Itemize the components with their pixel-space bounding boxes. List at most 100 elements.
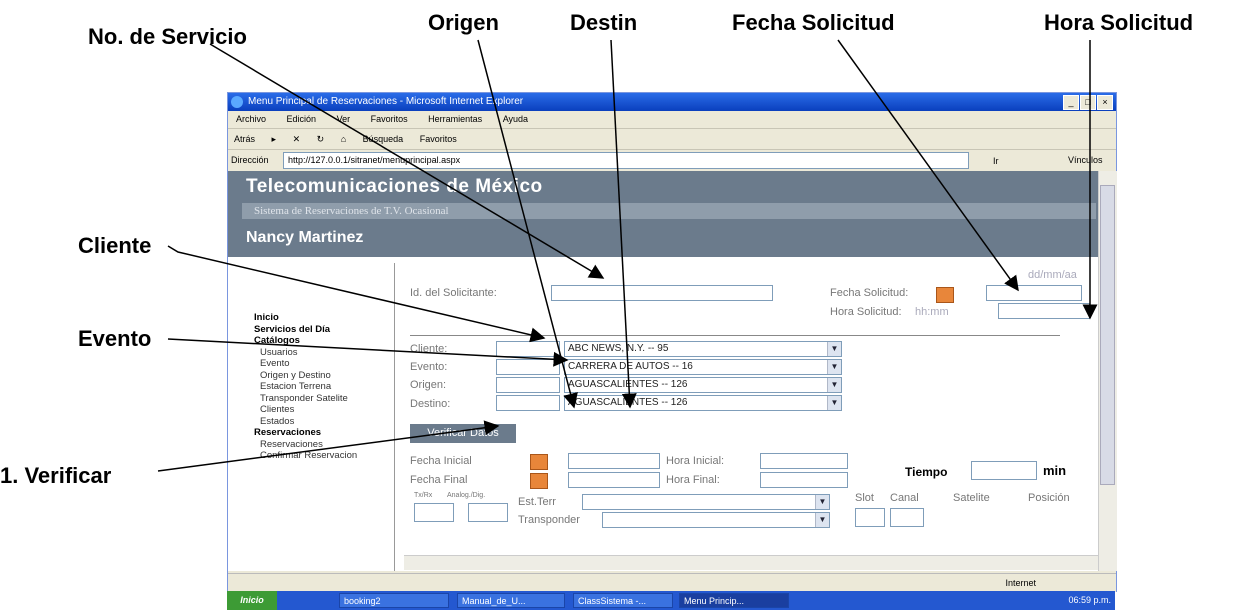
slot-label: Slot — [855, 492, 874, 504]
links-button[interactable]: Vínculos — [1068, 150, 1103, 170]
origen-code-input[interactable] — [496, 377, 560, 393]
cliente-value: ABC NEWS, N.Y. -- 95 — [568, 343, 669, 354]
evento-code-input[interactable] — [496, 359, 560, 375]
origen-value: AGUASCALIENTES -- 126 — [568, 379, 688, 390]
min-label: min — [1043, 463, 1067, 478]
fecha-solicitud-input[interactable] — [986, 285, 1082, 301]
cliente-code-input[interactable] — [496, 341, 560, 357]
posicion-label: Posición — [1028, 492, 1070, 504]
hora-solicitud-label: Hora Solicitud: — [830, 306, 902, 318]
transponder-select[interactable]: ▼ — [602, 512, 830, 528]
start-button[interactable]: Inicio — [227, 591, 277, 610]
fecha-final-input[interactable] — [568, 472, 660, 488]
ie-icon — [231, 96, 243, 108]
forward-icon[interactable]: ▸ — [272, 134, 277, 144]
close-button[interactable]: × — [1097, 95, 1113, 110]
menu-bar: Archivo Edición Ver Favoritos Herramient… — [228, 111, 1116, 129]
id-solicitante-label: Id. del Solicitante: — [410, 287, 497, 299]
menu-edicion[interactable]: Edición — [287, 114, 317, 124]
est-terr-select[interactable]: ▼ — [582, 494, 830, 510]
task-booking2[interactable]: booking2 — [339, 593, 449, 608]
hora-solicitud-input[interactable] — [998, 303, 1090, 319]
annotation-verificar: 1. Verificar — [0, 463, 112, 488]
task-manual[interactable]: Manual_de_U... — [457, 593, 565, 608]
menu-archivo[interactable]: Archivo — [236, 114, 266, 124]
menu-ver[interactable]: Ver — [337, 114, 351, 124]
task-classsistema[interactable]: ClassSistema -... — [573, 593, 673, 608]
search-button[interactable]: Búsqueda — [363, 134, 404, 144]
user-name: Nancy Martinez — [246, 229, 364, 246]
hora-final-input[interactable] — [760, 472, 848, 488]
txrx-input[interactable] — [414, 503, 454, 522]
task-menu-principal[interactable]: Menu Princip... — [679, 593, 789, 608]
minimize-button[interactable]: _ — [1063, 95, 1079, 110]
address-bar: Dirección http://127.0.0.1/sitranet/menu… — [228, 150, 1116, 170]
back-button[interactable]: Atrás — [234, 134, 255, 144]
analog-input[interactable] — [468, 503, 508, 522]
destino-code-input[interactable] — [496, 395, 560, 411]
menu-favoritos[interactable]: Favoritos — [371, 114, 408, 124]
status-bar: Internet — [228, 573, 1116, 592]
analog-label: Analog./Dig. — [447, 492, 486, 499]
destino-label: Destino: — [410, 398, 451, 410]
vertical-scrollbar[interactable] — [1098, 171, 1117, 571]
title-bar: Menu Principal de Reservaciones - Micros… — [228, 93, 1116, 111]
reservation-form: Id. del Solicitante: dd/mm/aa Fecha Soli… — [228, 257, 1098, 571]
destino-select[interactable]: AGUASCALIENTES -- 126 ▼ — [564, 395, 842, 411]
slot-input[interactable] — [855, 508, 885, 527]
hora-format-hint: hh:mm — [915, 306, 949, 318]
evento-label: Evento: — [410, 361, 448, 373]
scroll-thumb[interactable] — [1100, 185, 1115, 485]
id-solicitante-input[interactable] — [551, 285, 773, 301]
evento-value: CARRERA DE AUTOS -- 16 — [568, 361, 693, 372]
stop-icon[interactable]: ✕ — [293, 134, 301, 144]
browser-window: Menu Principal de Reservaciones - Micros… — [227, 92, 1117, 592]
cliente-select[interactable]: ABC NEWS, N.Y. -- 95 ▼ — [564, 341, 842, 357]
canal-input[interactable] — [890, 508, 924, 527]
evento-select[interactable]: CARRERA DE AUTOS -- 16 ▼ — [564, 359, 842, 375]
calendar-icon[interactable] — [936, 287, 954, 303]
menu-ayuda[interactable]: Ayuda — [503, 114, 528, 124]
origen-label: Origen: — [410, 379, 447, 391]
go-button[interactable]: Ir — [993, 151, 999, 171]
destino-value: AGUASCALIENTES -- 126 — [568, 397, 688, 408]
chevron-down-icon: ▼ — [827, 360, 841, 374]
internet-zone: Internet — [1005, 578, 1036, 588]
annotation-destin: Destin — [570, 10, 638, 35]
fecha-solicitud-label: Fecha Solicitud: — [830, 287, 909, 299]
chevron-down-icon: ▼ — [815, 513, 829, 527]
refresh-icon[interactable]: ↻ — [317, 134, 325, 144]
clock: 06:59 p.m. — [1068, 595, 1111, 605]
satelite-label: Satelite — [953, 492, 990, 504]
hora-inicial-input[interactable] — [760, 453, 848, 469]
annotation-origen: Origen — [428, 10, 499, 35]
annotation-fecha-solicitud: Fecha Solicitud — [732, 10, 895, 35]
web-content: Telecomunicaciones de México Sistema de … — [228, 171, 1098, 571]
cliente-label: Cliente: — [410, 343, 448, 355]
hora-inicial-label: Hora Inicial: — [666, 455, 725, 467]
menu-herramientas[interactable]: Herramientas — [428, 114, 482, 124]
est-terr-label: Est.Terr — [518, 496, 556, 508]
chevron-down-icon: ▼ — [827, 396, 841, 410]
fecha-inicial-input[interactable] — [568, 453, 660, 469]
origen-select[interactable]: AGUASCALIENTES -- 126 ▼ — [564, 377, 842, 393]
annotation-cliente: Cliente — [78, 233, 152, 258]
maximize-button[interactable]: □ — [1080, 95, 1096, 110]
annotation-hora-solicitud: Hora Solicitud — [1044, 10, 1194, 35]
calendar-icon[interactable] — [530, 454, 548, 470]
annotation-no-servicio: No. de Servicio — [88, 24, 247, 49]
favorites-button[interactable]: Favoritos — [420, 134, 457, 144]
window-controls: _ □ × — [1063, 95, 1113, 110]
hora-final-label: Hora Final: — [666, 474, 720, 486]
txrx-label: Tx/Rx — [414, 492, 433, 499]
home-icon[interactable]: ⌂ — [341, 134, 346, 144]
verificar-datos-button[interactable]: Verificar Datos — [410, 424, 516, 443]
address-input[interactable]: http://127.0.0.1/sitranet/menuprincipal.… — [283, 152, 969, 169]
tiempo-label: Tiempo — [905, 465, 948, 479]
date-format-hint: dd/mm/aa — [1028, 269, 1077, 281]
toolbar: Atrás ▸ ✕ ↻ ⌂ Búsqueda Favoritos — [228, 129, 1116, 150]
horizontal-scrollbar[interactable] — [404, 555, 1098, 570]
chevron-down-icon: ▼ — [827, 378, 841, 392]
tiempo-input[interactable] — [971, 461, 1037, 480]
calendar-icon[interactable] — [530, 473, 548, 489]
